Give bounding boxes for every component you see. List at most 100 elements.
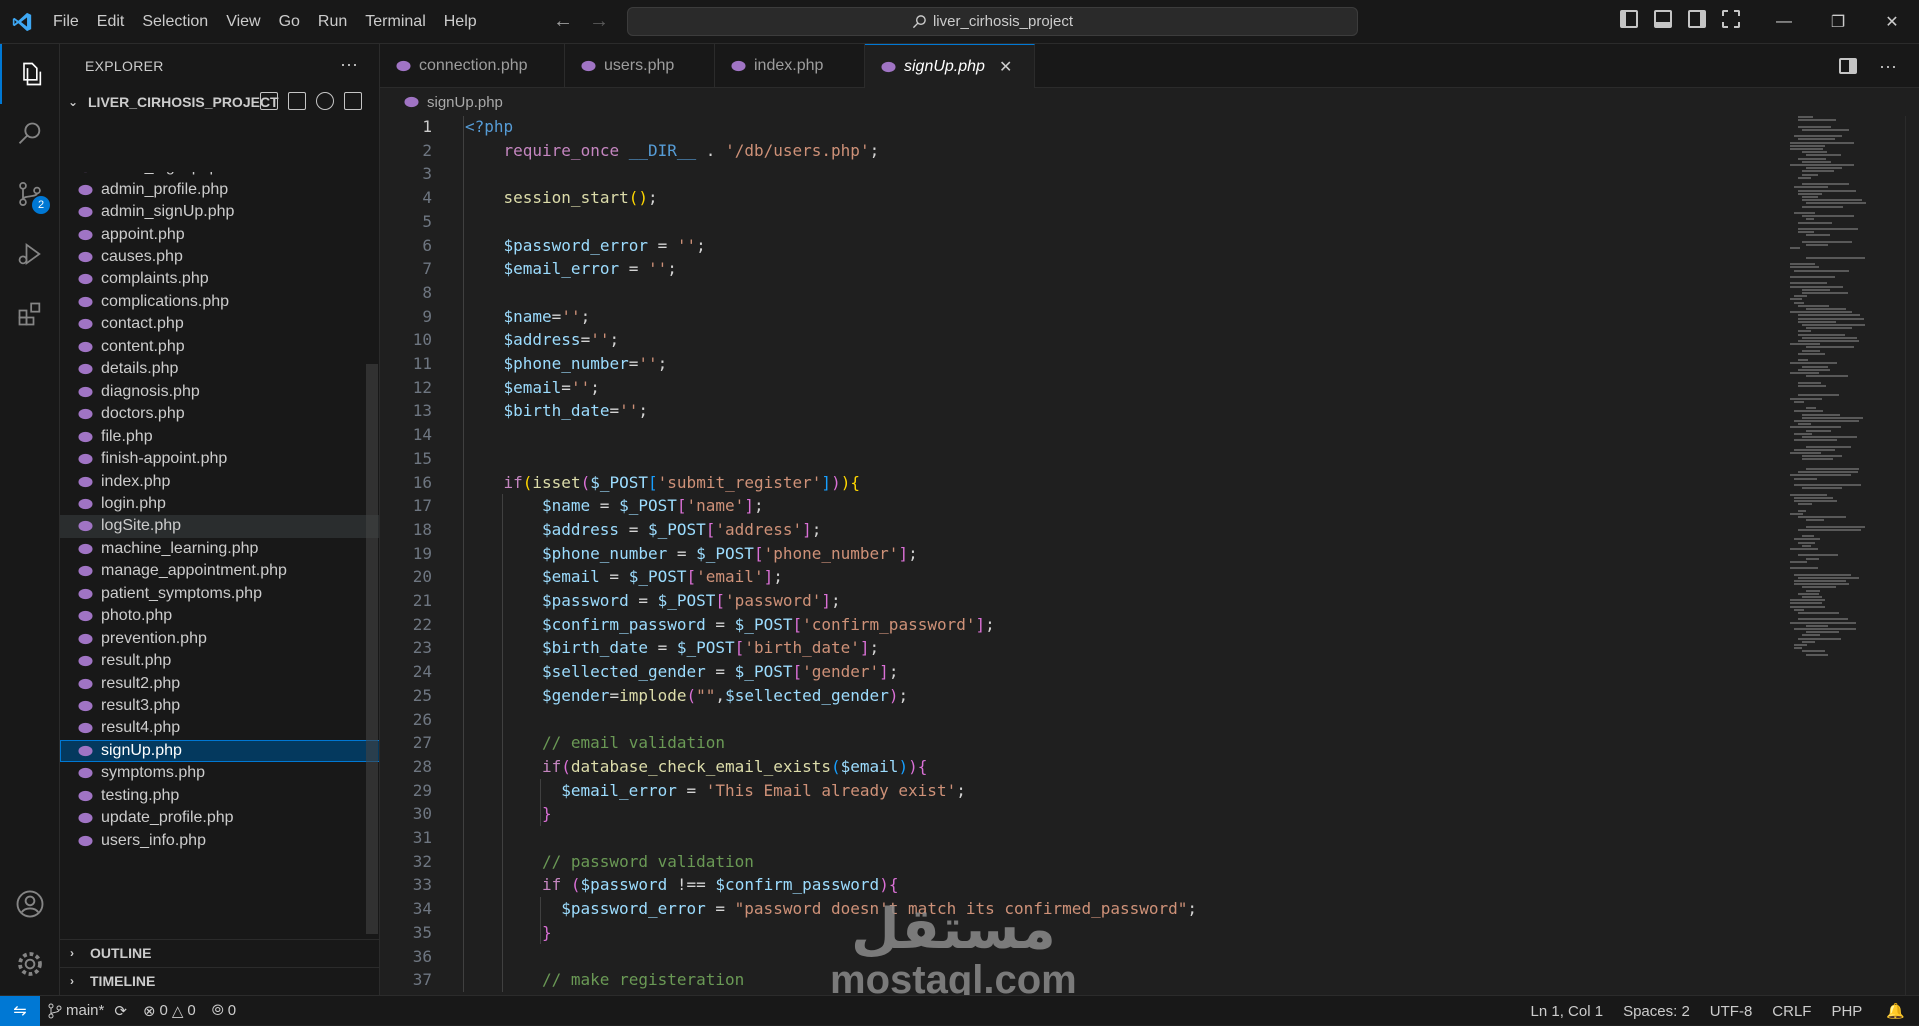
file-item[interactable]: content.php [60,336,380,358]
code-token: = [706,615,735,634]
file-item[interactable]: doctors.php [60,403,380,425]
arrow-right-icon[interactable]: → [588,8,610,34]
file-item[interactable]: logSite.php [60,515,380,537]
explorer-icon[interactable] [0,44,60,104]
file-item[interactable]: finish-appoint.php [60,448,380,470]
file-item[interactable]: signUp.php [60,740,380,762]
menu-help[interactable]: Help [435,0,486,44]
command-center-search[interactable]: liver_cirhosis_project [627,7,1358,36]
file-item[interactable]: index.php [60,470,380,492]
file-item[interactable]: symptoms.php [60,762,380,784]
menu-view[interactable]: View [217,0,269,44]
project-folder-header[interactable]: ⌄ LIVER_CIRHOSIS_PROJECT [60,88,379,116]
timeline-section[interactable]: › TIMELINE [60,967,380,994]
file-item[interactable]: users_info.php [60,830,380,852]
file-item[interactable]: details.php [60,358,380,380]
file-item[interactable]: update_profile.php [60,807,380,829]
code-text: $phone_number = $_POST['phone_number']; [542,542,918,566]
toggle-panel-icon[interactable] [1654,10,1672,28]
minimap[interactable] [1790,116,1900,686]
menu-edit[interactable]: Edit [88,0,134,44]
minimize-icon[interactable]: — [1757,0,1811,44]
minimap-line [1802,151,1827,153]
new-folder-icon[interactable] [288,92,306,110]
file-item[interactable]: diagnosis.php [60,381,380,403]
more-actions-icon[interactable]: ··· [1879,56,1897,77]
file-item[interactable]: result3.php [60,695,380,717]
arrow-left-icon[interactable]: ← [552,8,574,34]
code-token: ; [648,188,658,207]
new-file-icon[interactable] [260,92,278,110]
tab-index[interactable]: index.php [715,44,865,88]
file-item[interactable]: causes.php [60,246,380,268]
language-mode[interactable]: PHP [1821,996,1872,1026]
minimap-line [1798,510,1806,512]
outline-section[interactable]: › OUTLINE [60,939,380,966]
encoding-status[interactable]: UTF-8 [1700,996,1763,1026]
code-token: '' [648,259,667,278]
sidebar-scrollbar[interactable] [366,364,378,934]
sync-icon[interactable]: ⟳ [114,1002,127,1020]
menu-terminal[interactable]: Terminal [356,0,434,44]
file-item[interactable]: photo.php [60,605,380,627]
problems-status[interactable]: ⊗ 0 △ 0 [135,996,204,1026]
menu-run[interactable]: Run [309,0,356,44]
file-item[interactable]: admin_signUp.php [60,201,380,223]
run-debug-icon[interactable] [0,224,60,284]
file-item[interactable]: complications.php [60,291,380,313]
file-item[interactable]: appoint.php [60,223,380,245]
code-token: = [648,638,677,657]
source-control-icon[interactable]: 2 [0,164,60,224]
file-item[interactable]: contact.php [60,313,380,335]
code-editor[interactable]: 1<?php2require_once __DIR__ . '/db/users… [380,116,1919,995]
more-actions-icon[interactable]: ··· [340,54,358,75]
editor-scrollbar[interactable] [1905,116,1919,995]
minimap-line [1798,638,1841,640]
tab-users[interactable]: users.php [565,44,715,88]
eol-status[interactable]: CRLF [1762,996,1821,1026]
file-item[interactable]: result2.php [60,672,380,694]
tab-signup[interactable]: signUp.php✕ [865,44,1035,88]
restore-icon[interactable]: ❐ [1811,0,1865,44]
file-item[interactable]: file.php [60,425,380,447]
close-window-icon[interactable]: ✕ [1865,0,1919,44]
branch-status[interactable]: main* ⟳ [40,996,135,1026]
toggle-primary-sidebar-icon[interactable] [1620,10,1638,28]
notifications-bell-icon[interactable]: 🔔 [1872,996,1919,1026]
minimap-line [1806,430,1831,432]
code-text: $email_error = ''; [504,257,677,281]
close-tab-icon[interactable]: ✕ [999,57,1012,77]
breadcrumb[interactable]: signUp.php [380,88,503,116]
menu-selection[interactable]: Selection [133,0,217,44]
file-item[interactable]: prevention.php [60,627,380,649]
tab-connection[interactable]: connection.php [380,44,565,88]
search-icon[interactable] [0,104,60,164]
refresh-icon[interactable] [316,92,334,110]
file-item[interactable]: result.php [60,650,380,672]
indentation-status[interactable]: Spaces: 2 [1613,996,1700,1026]
file-item[interactable]: manage_appointment.php [60,560,380,582]
cursor-position[interactable]: Ln 1, Col 1 [1521,996,1614,1026]
remote-indicator-icon[interactable]: ⇋ [0,996,40,1026]
split-editor-icon[interactable] [1839,58,1857,74]
file-item[interactable]: machine_learning.php [60,538,380,560]
customize-layout-icon[interactable] [1722,10,1740,28]
account-icon[interactable] [0,874,60,934]
toggle-secondary-sidebar-icon[interactable] [1688,10,1706,28]
file-item[interactable]: testing.php [60,785,380,807]
manage-gear-icon[interactable] [0,934,60,994]
file-item[interactable]: complaints.php [60,268,380,290]
minimap-line [1802,174,1818,176]
extensions-icon[interactable] [0,284,60,344]
file-item[interactable]: login.php [60,493,380,515]
file-item[interactable]: patient_symptoms.php [60,583,380,605]
ports-status[interactable]: ⦾ 0 [204,996,244,1026]
menu-file[interactable]: File [44,0,88,44]
file-item[interactable]: admin_profile.php [60,178,380,200]
collapse-all-icon[interactable] [344,92,362,110]
menu-go[interactable]: Go [270,0,309,44]
file-item[interactable]: result4.php [60,717,380,739]
code-text: $phone_number=''; [504,352,668,376]
php-file-icon [78,700,93,712]
file-name: finish-appoint.php [101,450,227,468]
